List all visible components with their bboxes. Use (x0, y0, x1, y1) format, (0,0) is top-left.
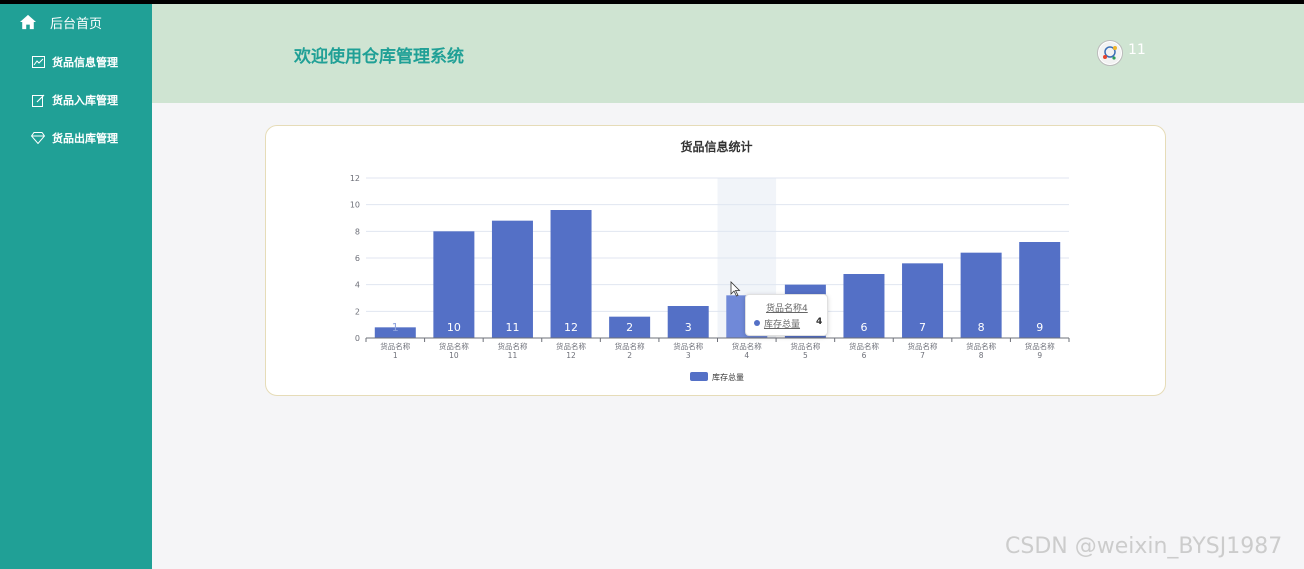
x-tick-label: 货品名称 (497, 341, 527, 351)
chart-legend[interactable]: 库存总量 (690, 372, 744, 382)
avatar[interactable] (1097, 40, 1123, 66)
x-tick-label: 货品名称 (380, 341, 410, 351)
tooltip-series-name: 库存总量 (764, 320, 801, 330)
x-tick-label: 货品名称 (556, 341, 586, 351)
bar-chart: 024681012 1 10 11 12 2 3 6 7 8 9 货品名称1货品名称10货品名称1… (350, 174, 1070, 382)
bar-value-label: 6 (860, 321, 867, 334)
x-tick-label: 货品名称 (966, 341, 996, 351)
x-tick-label-line2: 10 (449, 351, 459, 360)
x-tick-label-line2: 5 (803, 351, 808, 360)
page-title: 欢迎使用仓库管理系统 (294, 47, 464, 67)
y-tick-label: 6 (355, 254, 360, 263)
watermark-text: CSDN @weixin_BYSJ1987 (1005, 534, 1283, 559)
chart-line-icon (30, 54, 46, 70)
sidebar: 后台首页 货品信息管理 货品入库管理 货品出库管理 (0, 4, 152, 569)
x-tick-label: 货品名称 (790, 341, 820, 351)
bar-value-label: 10 (447, 321, 461, 334)
x-tick-label: 货品名称 (615, 341, 645, 351)
legend-swatch (690, 372, 708, 381)
y-tick-label: 12 (350, 174, 360, 183)
x-tick-label-line2: 9 (1037, 351, 1042, 360)
x-tick-label: 货品名称 (908, 341, 938, 351)
x-tick-label: 货品名称 (732, 341, 762, 351)
sidebar-item-goods-out[interactable]: 货品出库管理 (0, 123, 152, 153)
legend-label: 库存总量 (712, 372, 744, 382)
diamond-icon (30, 130, 46, 146)
y-tick-label: 0 (355, 334, 360, 343)
x-tick-label-line2: 2 (627, 351, 632, 360)
sidebar-item-goods-info[interactable]: 货品信息管理 (0, 47, 152, 77)
x-axis-ticks: 货品名称1货品名称10货品名称11货品名称12货品名称2货品名称3货品名称4货品… (365, 338, 1070, 360)
x-tick-label-line2: 8 (979, 351, 984, 360)
home-icon (20, 14, 36, 30)
bar-value-label: 3 (685, 321, 692, 334)
tooltip-value: 4 (816, 317, 823, 327)
sidebar-item-label: 货品出库管理 (52, 132, 118, 145)
sidebar-item-home[interactable]: 后台首页 (0, 7, 152, 37)
y-tick-label: 10 (350, 201, 360, 210)
x-tick-label-line2: 1 (393, 351, 398, 360)
x-tick-label-line2: 11 (508, 351, 518, 360)
bar-value-label: 9 (1036, 321, 1043, 334)
y-axis-ticks: 0 2 4 6 8 10 12 (350, 174, 360, 343)
x-tick-label-line2: 3 (686, 351, 691, 360)
x-tick-label-line2: 7 (920, 351, 925, 360)
username-label[interactable]: 11 (1128, 42, 1146, 58)
header: 欢迎使用仓库管理系统 11 (152, 4, 1304, 103)
x-tick-label-line2: 12 (566, 351, 576, 360)
tooltip-category: 货品名称4 (766, 304, 808, 314)
bar-value-label: 2 (626, 321, 633, 334)
sidebar-item-label: 货品入库管理 (52, 94, 118, 107)
chart-tooltip: 货品名称4 库存总量 4 (745, 294, 828, 336)
x-tick-label: 货品名称 (1025, 341, 1055, 351)
x-tick-label: 货品名称 (439, 341, 469, 351)
avatar-image-icon (1099, 42, 1121, 64)
bar-value-label: 1 (392, 321, 399, 334)
sidebar-item-label: 货品信息管理 (52, 56, 118, 69)
chart-card: 货品信息统计 0 2 4 6 8 10 12 1 10 11 12 2 3 6 7 8 9 货品名称 1 货品名称… (265, 125, 1166, 396)
x-tick-label: 货品名称 (849, 341, 879, 351)
bar-value-label: 11 (505, 321, 519, 334)
tooltip-series-marker (754, 320, 760, 326)
y-tick-label: 2 (355, 307, 360, 316)
x-tick-label: 货品名称 (673, 341, 703, 351)
bar-value-label: 8 (978, 321, 985, 334)
y-tick-label: 8 (355, 227, 360, 236)
sidebar-item-goods-in[interactable]: 货品入库管理 (0, 85, 152, 115)
edit-icon (30, 92, 46, 108)
sidebar-item-label: 后台首页 (50, 16, 103, 32)
y-tick-label: 4 (355, 281, 360, 290)
bar (550, 210, 592, 338)
x-tick-label-line2: 6 (862, 351, 867, 360)
bar-value-label: 12 (564, 321, 578, 334)
x-tick-label-line2: 4 (744, 351, 749, 360)
bar-value-label: 7 (919, 321, 926, 334)
